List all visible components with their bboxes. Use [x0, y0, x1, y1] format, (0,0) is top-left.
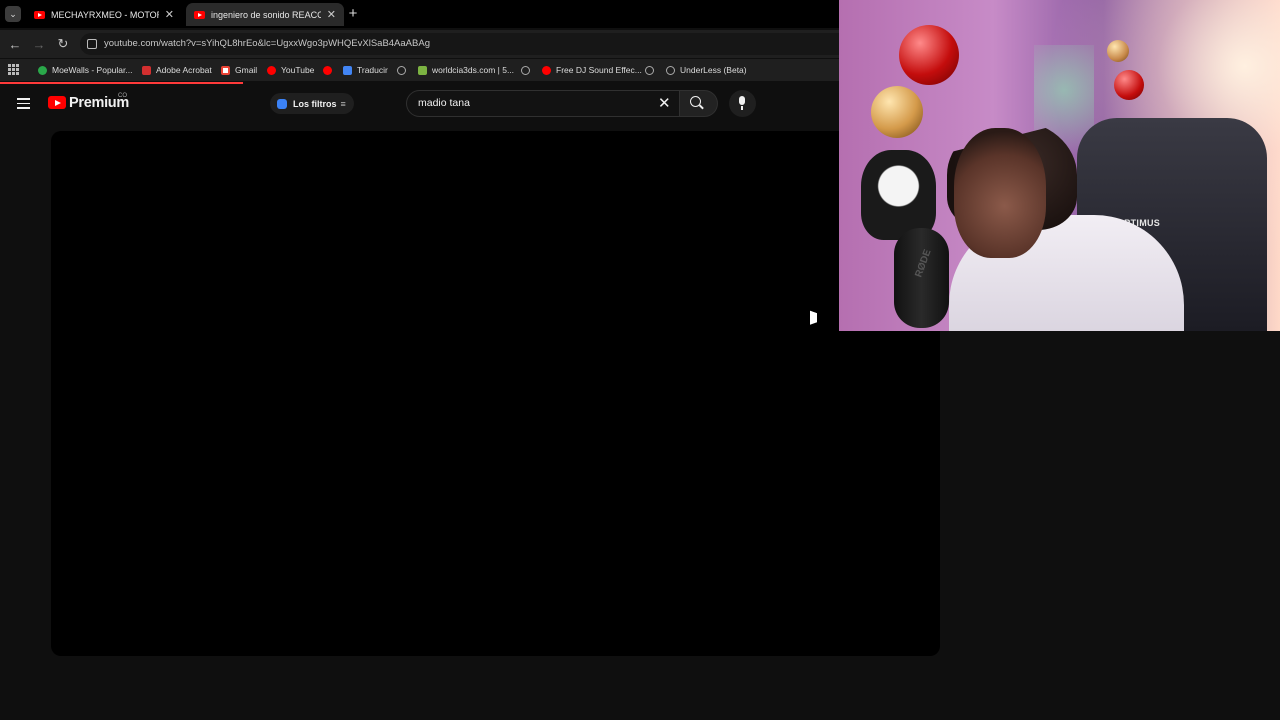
bookmark-gmail[interactable]: Gmail: [221, 63, 257, 77]
translate-icon: [343, 65, 352, 75]
youtube-favicon-icon: [194, 10, 205, 19]
youtube-icon: [542, 65, 551, 75]
reload-icon[interactable]: ↻: [55, 36, 71, 52]
bookmark-globe-3[interactable]: [645, 63, 659, 77]
tab-close-icon[interactable]: ✕: [327, 8, 336, 21]
country-code: CO: [118, 93, 127, 99]
bookmark-moewalls[interactable]: MoeWalls - Popular...: [38, 63, 132, 77]
back-arrow-icon[interactable]: ←: [7, 36, 23, 52]
site-info-icon[interactable]: [87, 39, 97, 49]
bookmark-favicon-icon: [38, 65, 47, 75]
youtube-icon: [267, 65, 276, 75]
mouse-cursor-icon: [810, 310, 817, 328]
filters-button[interactable]: Los filtros ≡: [270, 93, 354, 114]
filter-extension-icon: [277, 98, 287, 109]
christmas-ornament: [871, 86, 923, 138]
tab-close-icon[interactable]: ✕: [165, 8, 174, 21]
bookmark-free-dj-sound[interactable]: Free DJ Sound Effec...: [542, 63, 642, 77]
forward-arrow-icon[interactable]: →: [31, 36, 47, 52]
clear-search-icon[interactable]: ✕: [658, 94, 671, 112]
new-tab-plus-icon[interactable]: +: [346, 5, 360, 22]
search-query-text: madio tana: [418, 97, 470, 109]
tab-title: MECHAYRXMEO - MOTORSPOR: [51, 9, 159, 20]
bookmark-underless[interactable]: UnderLess (Beta): [666, 63, 747, 77]
bookmark-favicon-icon: [418, 65, 427, 75]
christmas-ornament: [1107, 40, 1129, 62]
bookmark-youtube[interactable]: YouTube: [267, 63, 314, 77]
filters-label: Los filtros: [293, 98, 337, 109]
globe-icon: [645, 65, 654, 75]
bookmark-globe-1[interactable]: [397, 63, 411, 77]
bookmark-globe-2[interactable]: [521, 63, 535, 77]
url-text: youtube.com/watch?v=sYihQL8hrEo&lc=UgxxW…: [104, 38, 430, 49]
youtube-icon: [323, 65, 332, 75]
hamburger-menu-icon[interactable]: [17, 98, 30, 109]
video-player[interactable]: [51, 131, 940, 656]
search-icon[interactable]: [690, 96, 701, 107]
gmail-icon: [221, 65, 230, 75]
bookmark-worldcia3ds[interactable]: worldcia3ds.com | 5...: [418, 63, 514, 77]
bookmark-youtube-icon-only[interactable]: [323, 63, 337, 77]
acrobat-icon: [142, 65, 151, 75]
globe-icon: [666, 65, 675, 75]
christmas-ornament: [1114, 70, 1144, 100]
bookmark-traducir[interactable]: Traducir: [343, 63, 388, 77]
webcam-overlay: OPTIMUS RØDE: [839, 0, 1280, 331]
youtube-favicon-icon: [34, 10, 45, 19]
tab-search-chevron-icon[interactable]: ⌄: [5, 6, 21, 22]
apps-grid-icon[interactable]: [8, 64, 19, 75]
streamer-face: [954, 128, 1046, 258]
browser-tab-1[interactable]: MECHAYRXMEO - MOTORSPOR ✕: [26, 3, 182, 26]
christmas-ornament: [899, 25, 959, 85]
bookmark-adobe-acrobat[interactable]: Adobe Acrobat: [142, 63, 212, 77]
browser-tab-2[interactable]: ingeniero de sonido REACCION ✕: [186, 3, 344, 26]
globe-icon: [521, 65, 530, 75]
tab-title: ingeniero de sonido REACCION: [211, 9, 321, 20]
youtube-logo-icon[interactable]: [48, 96, 66, 109]
sliders-icon: ≡: [340, 98, 346, 109]
plush-toy: [861, 150, 936, 240]
microphone-icon: [739, 96, 745, 105]
microphone-stand: [741, 106, 743, 110]
globe-icon: [397, 65, 406, 75]
